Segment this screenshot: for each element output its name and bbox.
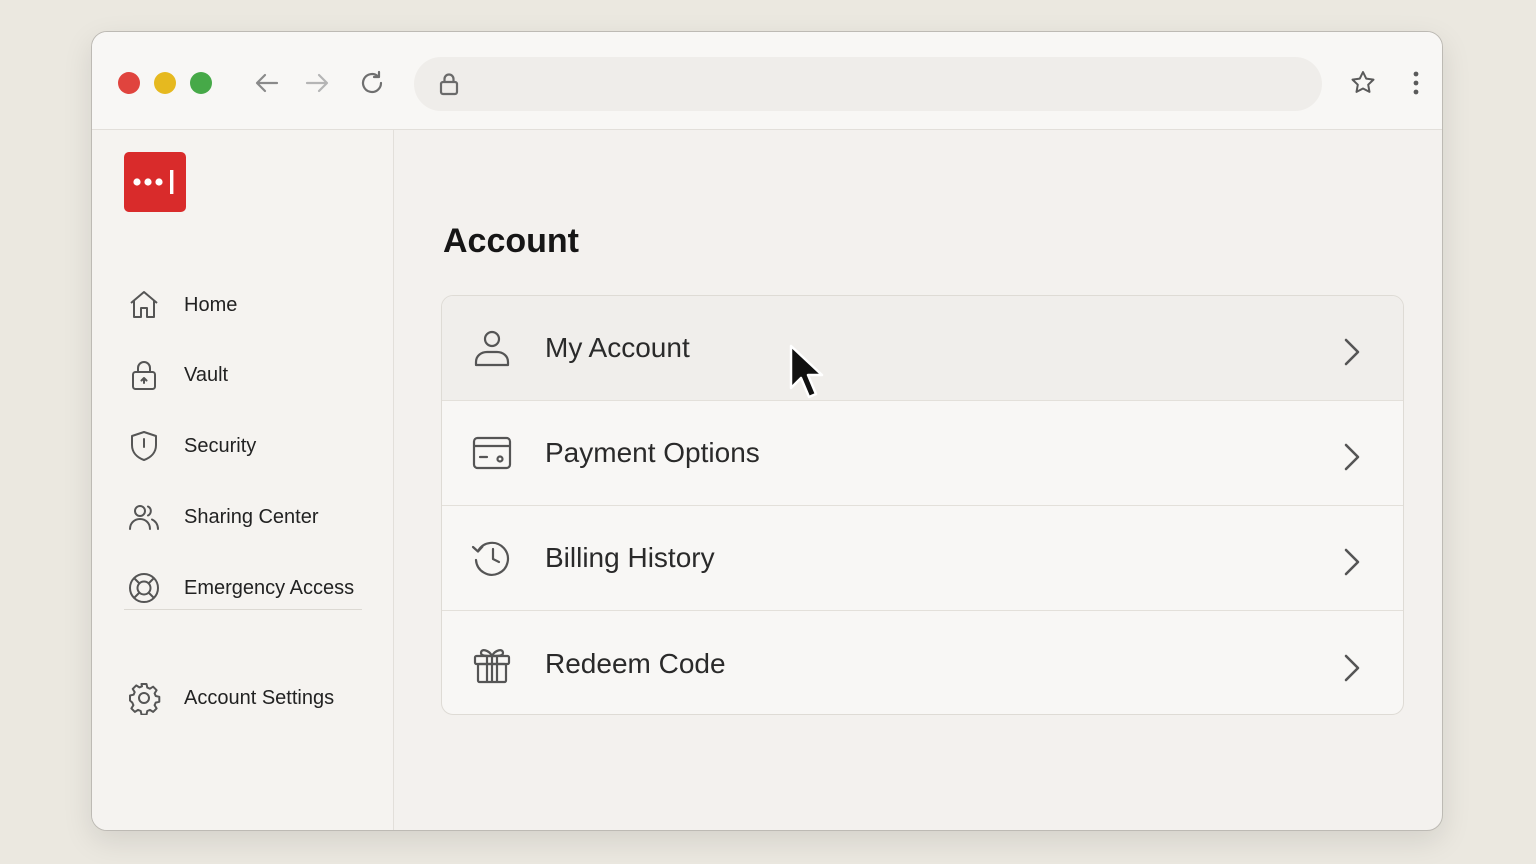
- logo-dots-icon: [133, 170, 174, 194]
- chevron-right-icon: [1337, 544, 1365, 576]
- main-content: Account My Account Payment Options Billi…: [394, 130, 1442, 830]
- gift-icon: [470, 642, 514, 686]
- home-icon: [126, 287, 162, 323]
- sidebar-item-label: Security: [184, 434, 257, 457]
- sidebar-item-security[interactable]: Security: [126, 424, 376, 468]
- sidebar-divider: [124, 609, 362, 610]
- row-label: Payment Options: [545, 437, 760, 468]
- maximize-window-button[interactable]: [190, 72, 212, 94]
- payment-options-row[interactable]: Payment Options: [442, 401, 1403, 506]
- users-icon: [126, 499, 162, 535]
- lastpass-logo[interactable]: [124, 152, 186, 212]
- row-label: Redeem Code: [545, 647, 726, 679]
- page-title: Account: [443, 222, 579, 260]
- sidebar-item-label: Home: [184, 293, 238, 316]
- reload-button[interactable]: [356, 67, 388, 99]
- lock-icon: [126, 357, 162, 393]
- bookmark-button[interactable]: [1347, 67, 1379, 99]
- history-icon: [470, 536, 514, 580]
- chevron-right-icon: [1337, 650, 1365, 681]
- user-icon: [470, 326, 514, 370]
- chevron-right-icon: [1337, 439, 1365, 471]
- sidebar-item-sharing-center[interactable]: Sharing Center: [126, 495, 376, 539]
- mouse-cursor-icon: [789, 344, 824, 399]
- browser-window: Home Vault Security Sharing Center Emerg: [91, 31, 1443, 831]
- close-window-button[interactable]: [118, 72, 140, 94]
- arrow-left-icon: [255, 73, 279, 93]
- shield-icon: [126, 428, 162, 464]
- redeem-code-row[interactable]: Redeem Code: [442, 611, 1403, 714]
- arrow-right-icon: [305, 73, 329, 93]
- sidebar-item-vault[interactable]: Vault: [126, 353, 376, 397]
- reload-icon: [361, 70, 383, 94]
- chevron-right-icon: [1337, 334, 1365, 366]
- sidebar-item-label: Emergency Access: [184, 576, 355, 599]
- billing-history-row[interactable]: Billing History: [442, 506, 1403, 611]
- browser-toolbar: [92, 32, 1442, 130]
- sidebar-item-label: Account Settings: [184, 686, 335, 709]
- minimize-window-button[interactable]: [154, 72, 176, 94]
- forward-button[interactable]: [301, 67, 333, 99]
- menu-button[interactable]: [1400, 67, 1432, 99]
- address-bar[interactable]: [414, 57, 1322, 111]
- sidebar-item-account-settings[interactable]: Account Settings: [126, 676, 376, 720]
- sidebar-item-label: Sharing Center: [184, 505, 319, 528]
- account-options-list: My Account Payment Options Billing Histo…: [441, 295, 1404, 715]
- back-button[interactable]: [251, 67, 283, 99]
- row-label: My Account: [545, 332, 690, 363]
- sidebar-item-emergency-access[interactable]: Emergency Access: [126, 566, 376, 610]
- my-account-row[interactable]: My Account: [442, 296, 1403, 401]
- more-vertical-icon: [1413, 71, 1419, 95]
- lock-icon: [439, 73, 459, 96]
- sidebar-item-label: Vault: [184, 363, 229, 386]
- sidebar-item-home[interactable]: Home: [126, 283, 376, 327]
- sidebar: Home Vault Security Sharing Center Emerg: [92, 130, 394, 830]
- lifebuoy-icon: [126, 570, 162, 606]
- star-icon: [1351, 71, 1375, 93]
- gear-icon: [126, 680, 162, 716]
- credit-card-icon: [470, 431, 514, 475]
- row-label: Billing History: [545, 542, 715, 573]
- url-input[interactable]: [478, 67, 1302, 103]
